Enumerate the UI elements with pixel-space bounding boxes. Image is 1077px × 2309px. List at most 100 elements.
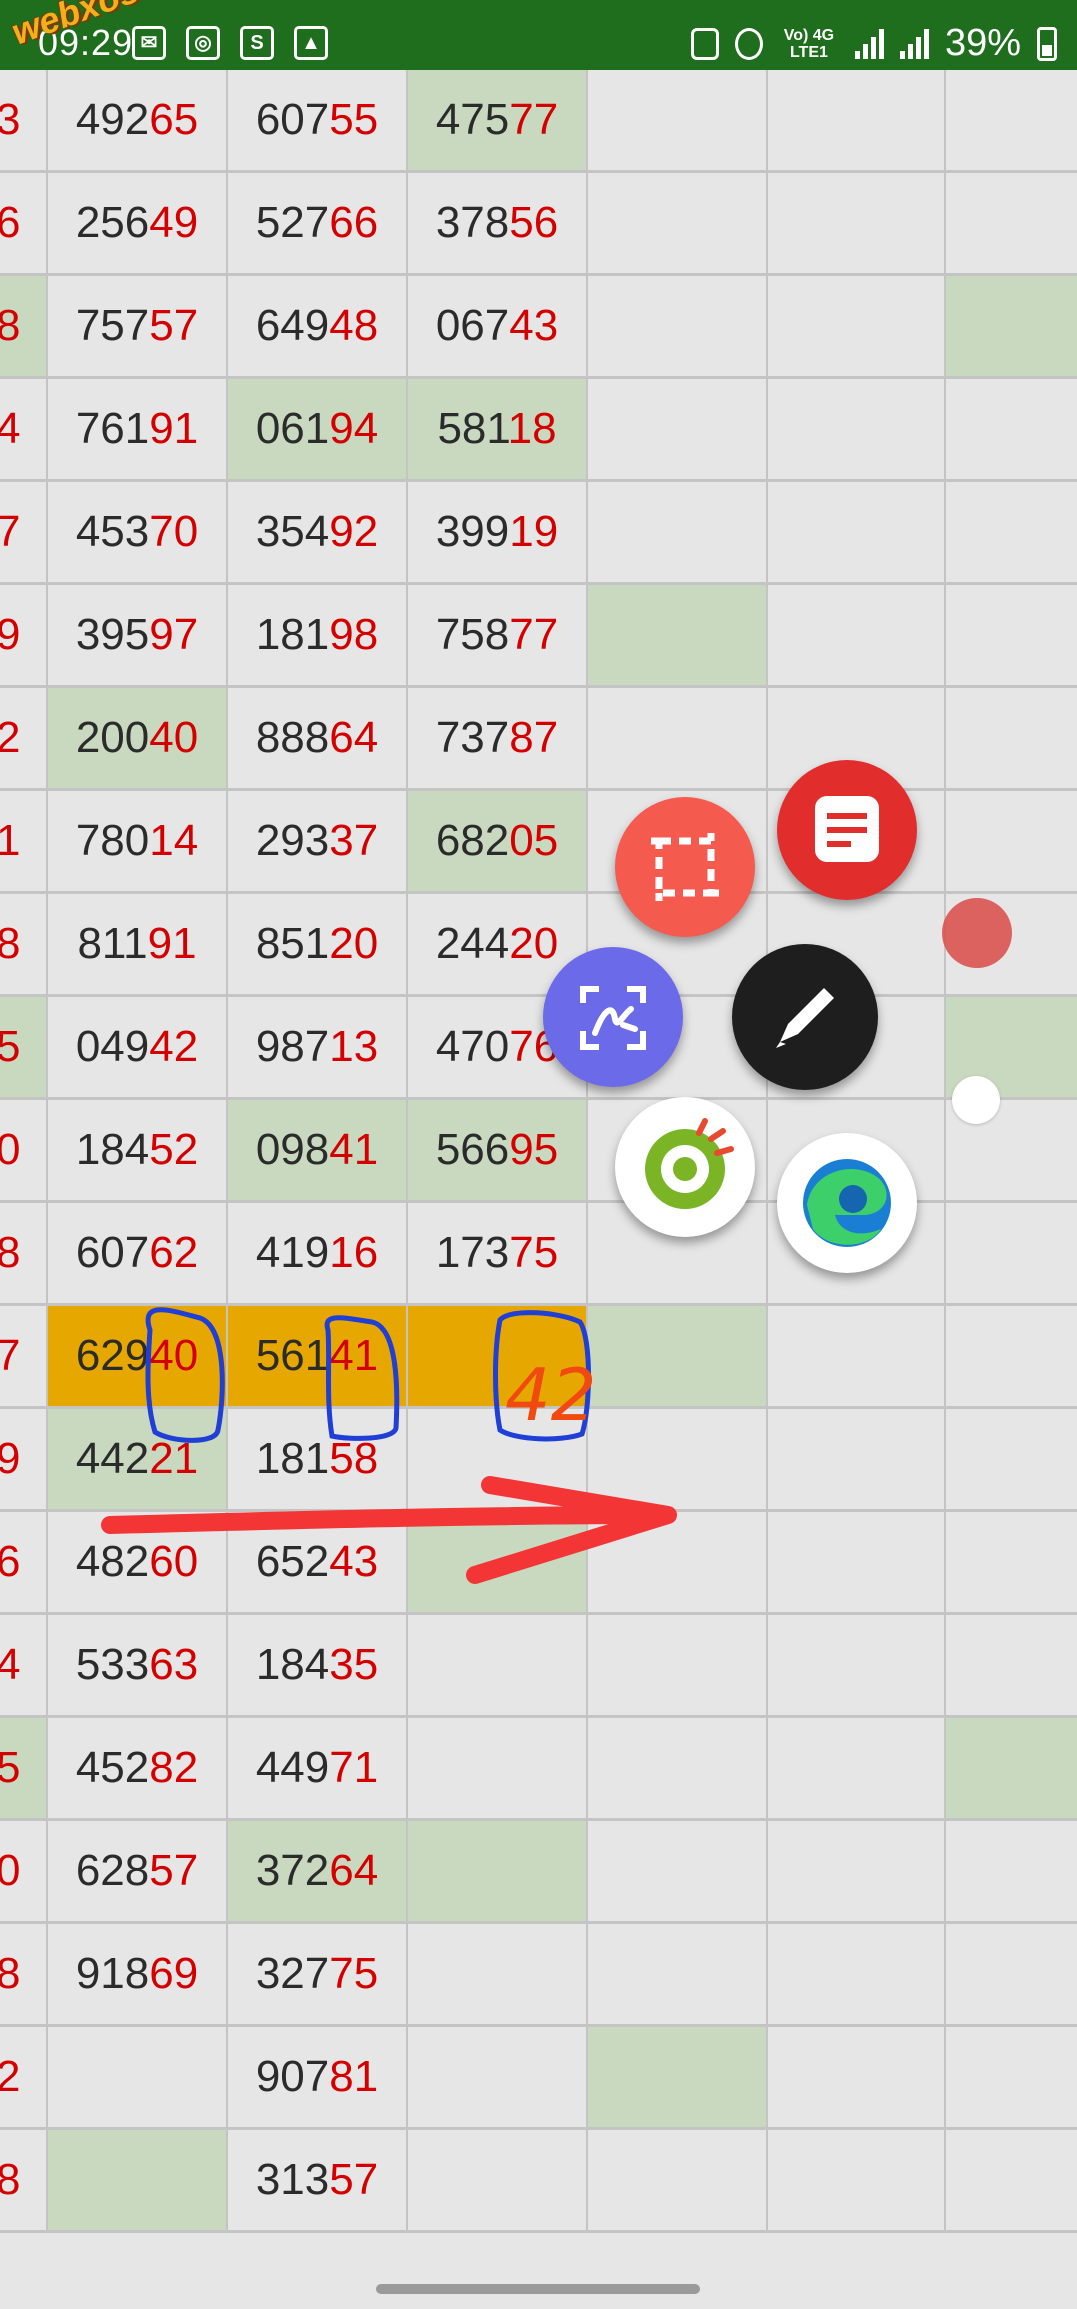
table-cell-edge[interactable]: 8 (0, 1203, 48, 1306)
table-cell[interactable]: 88864 (228, 688, 408, 791)
table-cell[interactable]: 81191 (48, 894, 228, 997)
table-cell[interactable] (588, 1718, 768, 1821)
table-cell[interactable] (588, 585, 768, 688)
table-cell[interactable]: 18198 (228, 585, 408, 688)
table-cell[interactable] (408, 1409, 588, 1512)
table-cell[interactable] (588, 276, 768, 379)
table-cell[interactable] (408, 1512, 588, 1615)
table-cell[interactable] (946, 1512, 1077, 1615)
table-cell-edge[interactable]: 9 (0, 585, 48, 688)
table-cell[interactable]: 47577 (408, 70, 588, 173)
table-cell-edge[interactable]: 8 (0, 2130, 48, 2233)
pen-icon[interactable] (732, 944, 878, 1090)
table-cell-edge[interactable]: 0 (0, 1100, 48, 1203)
table-cell-edge[interactable]: 5 (0, 1718, 48, 1821)
table-cell[interactable] (768, 1821, 946, 1924)
table-cell[interactable] (946, 1203, 1077, 1306)
table-cell[interactable]: 78014 (48, 791, 228, 894)
table-cell[interactable] (588, 1409, 768, 1512)
cc-browser-icon[interactable] (615, 1097, 755, 1237)
table-cell[interactable]: 45370 (48, 482, 228, 585)
table-cell[interactable] (588, 173, 768, 276)
table-cell[interactable]: 44221 (48, 1409, 228, 1512)
table-cell[interactable] (946, 1409, 1077, 1512)
table-cell-edge[interactable]: 8 (0, 276, 48, 379)
table-cell[interactable] (408, 1924, 588, 2027)
table-cell[interactable] (946, 482, 1077, 585)
table-cell[interactable]: 29337 (228, 791, 408, 894)
table-cell[interactable]: 52766 (228, 173, 408, 276)
table-cell[interactable] (768, 482, 946, 585)
table-cell[interactable] (588, 1615, 768, 1718)
table-cell[interactable] (768, 585, 946, 688)
table-cell[interactable] (946, 173, 1077, 276)
table-cell[interactable] (768, 173, 946, 276)
table-cell[interactable] (768, 1924, 946, 2027)
table-cell[interactable]: 53363 (48, 1615, 228, 1718)
table-cell[interactable] (768, 70, 946, 173)
screenshot-icon[interactable] (615, 797, 755, 937)
table-cell[interactable]: 64948 (228, 276, 408, 379)
table-cell[interactable] (768, 379, 946, 482)
table-cell-edge[interactable]: 4 (0, 1615, 48, 1718)
table-cell[interactable]: 62857 (48, 1821, 228, 1924)
table-cell[interactable] (946, 1924, 1077, 2027)
table-cell[interactable]: 25649 (48, 173, 228, 276)
edge-browser-icon[interactable] (777, 1133, 917, 1273)
table-cell[interactable] (768, 1409, 946, 1512)
table-cell[interactable] (408, 1718, 588, 1821)
table-cell-edge[interactable]: 2 (0, 2027, 48, 2130)
table-cell[interactable] (48, 2027, 228, 2130)
notes-icon[interactable] (777, 760, 917, 900)
table-cell[interactable]: 37856 (408, 173, 588, 276)
table-cell[interactable]: 49265 (48, 70, 228, 173)
table-cell[interactable] (946, 379, 1077, 482)
table-cell[interactable]: 18452 (48, 1100, 228, 1203)
table-cell[interactable] (588, 688, 768, 791)
table-cell[interactable] (588, 1924, 768, 2027)
table-cell[interactable]: 48260 (48, 1512, 228, 1615)
table-cell[interactable] (588, 1512, 768, 1615)
table-cell[interactable] (408, 1821, 588, 1924)
table-cell[interactable] (768, 2027, 946, 2130)
table-cell[interactable]: 75877 (408, 585, 588, 688)
table-cell[interactable]: 41916 (228, 1203, 408, 1306)
table-cell[interactable] (946, 70, 1077, 173)
table-cell[interactable] (946, 276, 1077, 379)
table-cell[interactable]: 06743 (408, 276, 588, 379)
table-cell[interactable] (946, 791, 1077, 894)
table-cell[interactable]: 98713 (228, 997, 408, 1100)
table-cell[interactable] (768, 1512, 946, 1615)
table-cell[interactable] (408, 2027, 588, 2130)
table-cell[interactable]: 39919 (408, 482, 588, 585)
table-cell[interactable]: 31357 (228, 2130, 408, 2233)
table-cell-edge[interactable]: 8 (0, 894, 48, 997)
table-cell[interactable]: 65243 (228, 1512, 408, 1615)
table-cell[interactable]: 73787 (408, 688, 588, 791)
table-cell[interactable]: 20040 (48, 688, 228, 791)
table-cell[interactable] (588, 70, 768, 173)
table-cell[interactable] (946, 2027, 1077, 2130)
table-cell-edge[interactable]: 6 (0, 1512, 48, 1615)
table-cell-edge[interactable]: 6 (0, 173, 48, 276)
table-cell[interactable]: 35492 (228, 482, 408, 585)
table-cell[interactable] (768, 2130, 946, 2233)
table-cell[interactable] (588, 2027, 768, 2130)
table-cell-edge[interactable]: 7 (0, 1306, 48, 1409)
table-cell-edge[interactable]: 2 (0, 688, 48, 791)
table-cell-edge[interactable]: 3 (0, 70, 48, 173)
table-cell-edge[interactable]: 1 (0, 791, 48, 894)
table-cell[interactable] (768, 1306, 946, 1409)
table-cell[interactable]: 56141 (228, 1306, 408, 1409)
panel-indicator-dot[interactable] (952, 1076, 1000, 1124)
smart-select-icon[interactable] (543, 947, 683, 1087)
table-cell[interactable]: 37264 (228, 1821, 408, 1924)
table-cell[interactable]: 62940 (48, 1306, 228, 1409)
table-cell[interactable]: 90781 (228, 2027, 408, 2130)
table-cell[interactable] (946, 688, 1077, 791)
table-cell[interactable]: 09841 (228, 1100, 408, 1203)
table-cell[interactable] (588, 482, 768, 585)
table-cell[interactable] (768, 276, 946, 379)
table-cell-edge[interactable]: 7 (0, 482, 48, 585)
table-cell-edge[interactable]: 9 (0, 1409, 48, 1512)
